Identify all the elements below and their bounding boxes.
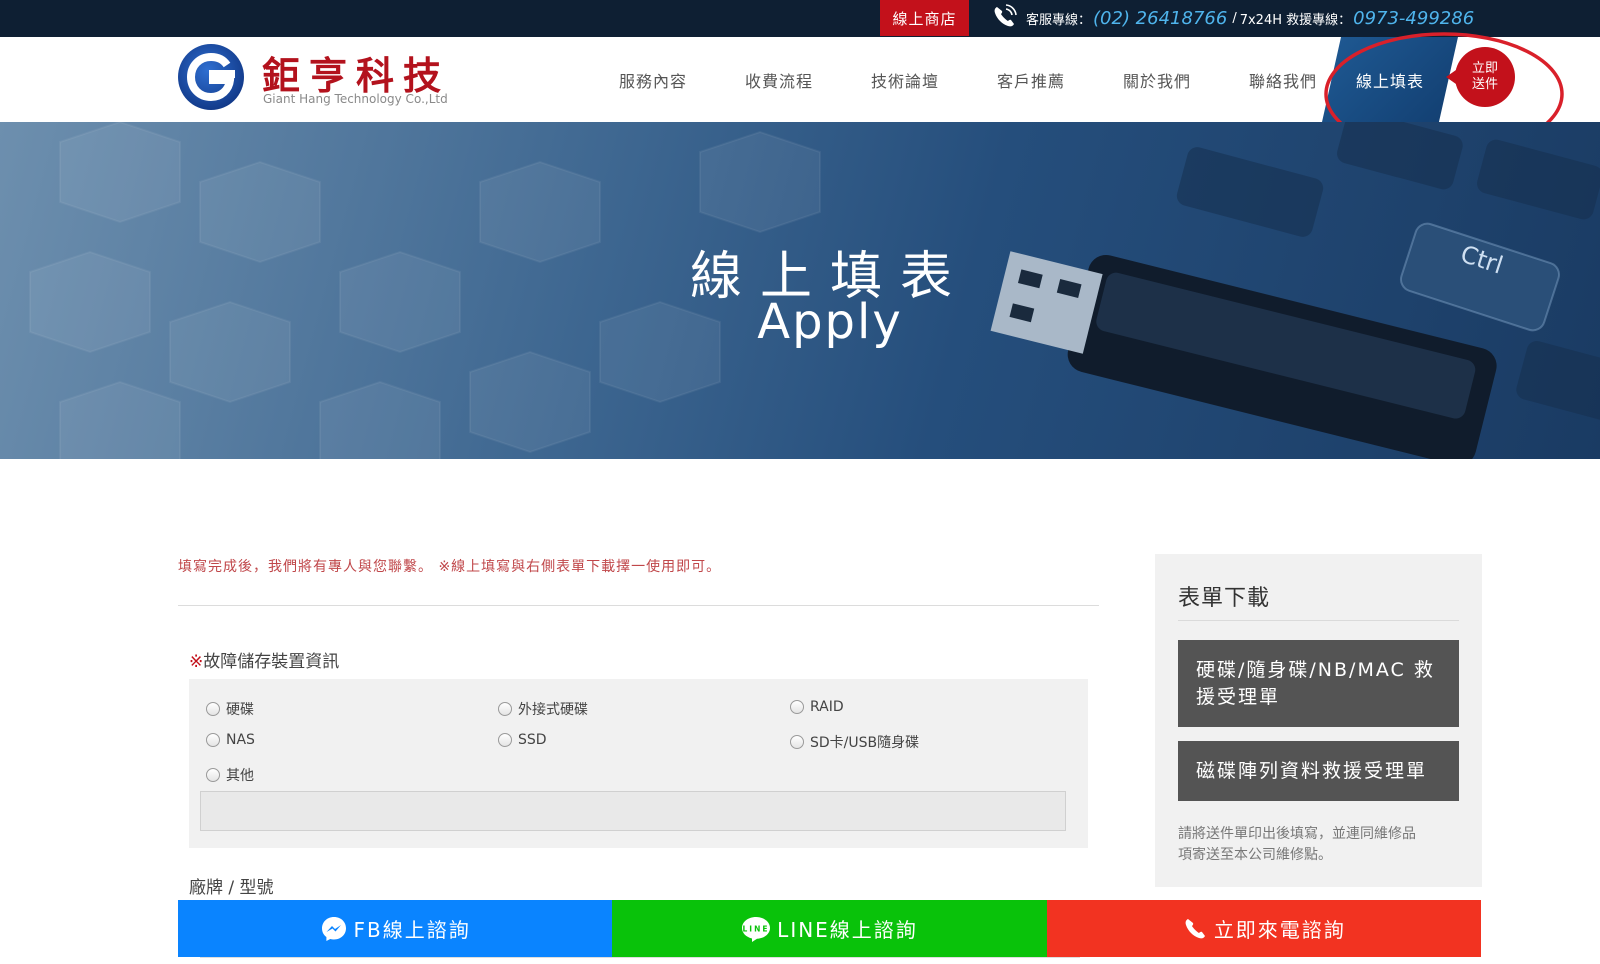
download-hdd-rescue-form-line-2: 援受理單 [1196, 685, 1281, 708]
nav-item-testimonials[interactable]: 客戶推薦 [968, 68, 1094, 92]
send-now-line-1: 立即 [1471, 61, 1498, 76]
device-info-section-title: ※故障儲存裝置資訊 [189, 647, 339, 672]
form-download-sidebar: 表單下載 硬碟/隨身碟/NB/MAC 救 援受理單 磁碟陣列資料救援受理單 請將… [1155, 554, 1482, 887]
site-header: 鉅亨科技 Giant Hang Technology Co.,Ltd 服務內容 … [0, 37, 1600, 122]
line-icon: LINE [742, 916, 771, 942]
fb-consult-button[interactable]: FB線上諮詢 [178, 900, 613, 957]
phone-icon [994, 4, 1017, 27]
rescue-hotline-number[interactable]: 0973-499286 [1353, 8, 1474, 29]
radio-hdd[interactable] [206, 702, 220, 716]
send-now-line-2: 送件 [1471, 77, 1498, 92]
option-raid[interactable]: RAID [790, 699, 844, 715]
below-fold-strip [200, 957, 1080, 964]
option-sd-usb[interactable]: SD卡/USB隨身碟 [790, 732, 919, 752]
radio-other[interactable] [206, 768, 220, 782]
form-divider [178, 605, 1099, 606]
top-bar: 線上商店 客服專線： (02) 26418766 / 7x24H 救援專線： 0… [0, 0, 1600, 37]
call-consult-label: 立即來電諮詢 [1213, 918, 1346, 942]
radio-sd-usb[interactable] [790, 735, 804, 749]
svg-text:LINE: LINE [743, 924, 770, 933]
hotline-separator: / [1232, 10, 1237, 26]
hero-banner: Ctrl 線上填表 Apply [0, 122, 1600, 459]
line-consult-button[interactable]: LINE LINE線上諮詢 [612, 900, 1047, 957]
device-info-title-text: 故障儲存裝置資訊 [203, 652, 340, 672]
download-raid-rescue-form-button[interactable]: 磁碟陣列資料救援受理單 [1178, 741, 1459, 801]
option-nas-label: NAS [226, 732, 255, 748]
hero-title-english: Apply [757, 294, 903, 350]
download-hdd-rescue-form-line-1: 硬碟/隨身碟/NB/MAC 救 [1196, 658, 1435, 681]
main-nav: 服務內容 收費流程 技術論壇 客戶推薦 關於我們 聯絡我們 [590, 37, 1346, 122]
sticky-contact-bar: FB線上諮詢 LINE LINE線上諮詢 立即來電諮詢 [178, 900, 1481, 957]
nav-item-pricing-process[interactable]: 收費流程 [716, 68, 842, 92]
nav-item-services[interactable]: 服務內容 [590, 68, 716, 92]
call-consult-button[interactable]: 立即來電諮詢 [1046, 900, 1481, 957]
nav-item-tech-forum[interactable]: 技術論壇 [842, 68, 968, 92]
radio-ssd[interactable] [498, 733, 512, 747]
option-other[interactable]: 其他 [206, 765, 254, 785]
sidebar-divider [1178, 620, 1459, 621]
radio-raid[interactable] [790, 700, 804, 714]
option-hdd[interactable]: 硬碟 [206, 699, 254, 719]
sidebar-note-line-2: 項寄送至本公司維修點。 [1178, 847, 1332, 863]
required-mark: ※ [189, 652, 204, 672]
logo-mark-icon[interactable] [177, 43, 245, 111]
rescue-hotline-label: 7x24H 救援專線： [1239, 12, 1352, 28]
service-hotline-label: 客服專線： [1026, 12, 1092, 28]
phone-handset-icon [1185, 918, 1205, 938]
option-raid-label: RAID [810, 699, 844, 715]
option-external-hdd[interactable]: 外接式硬碟 [498, 699, 588, 719]
option-ssd-label: SSD [518, 732, 547, 748]
other-device-input[interactable] [200, 791, 1066, 831]
nav-item-about-us[interactable]: 關於我們 [1094, 68, 1220, 92]
option-ssd[interactable]: SSD [498, 732, 547, 748]
option-hdd-label: 硬碟 [226, 702, 254, 718]
brand-model-label: 廠牌 / 型號 [189, 878, 274, 898]
sidebar-note: 請將送件單印出後填寫，並連同維修品 項寄送至本公司維修點。 [1178, 824, 1459, 866]
send-now-text: 立即 送件 [1472, 61, 1498, 93]
send-now-badge[interactable]: 立即 送件 [1446, 47, 1515, 107]
option-other-label: 其他 [226, 768, 254, 784]
radio-external-hdd[interactable] [498, 702, 512, 716]
option-nas[interactable]: NAS [206, 732, 255, 748]
fb-consult-label: FB線上諮詢 [353, 918, 471, 942]
hotline-info: 客服專線： (02) 26418766 / 7x24H 救援專線： 0973-4… [1026, 0, 1476, 36]
device-type-options: 硬碟 外接式硬碟 RAID NAS SSD SD卡/USB隨身碟 其他 [189, 679, 1088, 848]
sidebar-note-line-1: 請將送件單印出後填寫，並連同維修品 [1178, 826, 1416, 842]
option-sd-usb-label: SD卡/USB隨身碟 [810, 735, 920, 751]
line-consult-label: LINE線上諮詢 [777, 918, 918, 942]
messenger-icon [321, 916, 346, 941]
form-notice: 填寫完成後，我們將有專人與您聯繫。 ※線上填寫與右側表單下載擇一使用即可。 [178, 559, 722, 575]
service-hotline-number[interactable]: (02) 26418766 [1093, 8, 1227, 29]
radio-nas[interactable] [206, 733, 220, 747]
option-external-hdd-label: 外接式硬碟 [518, 702, 588, 718]
nav-item-online-form[interactable]: 線上填表 [1322, 37, 1458, 122]
download-hdd-rescue-form-label: 硬碟/隨身碟/NB/MAC 救 援受理單 [1196, 657, 1435, 711]
logo-english-name: Giant Hang Technology Co.,Ltd [263, 92, 448, 106]
online-shop-button[interactable]: 線上商店 [880, 0, 969, 36]
download-hdd-rescue-form-button[interactable]: 硬碟/隨身碟/NB/MAC 救 援受理單 [1178, 640, 1459, 727]
form-download-title: 表單下載 [1178, 586, 1271, 611]
